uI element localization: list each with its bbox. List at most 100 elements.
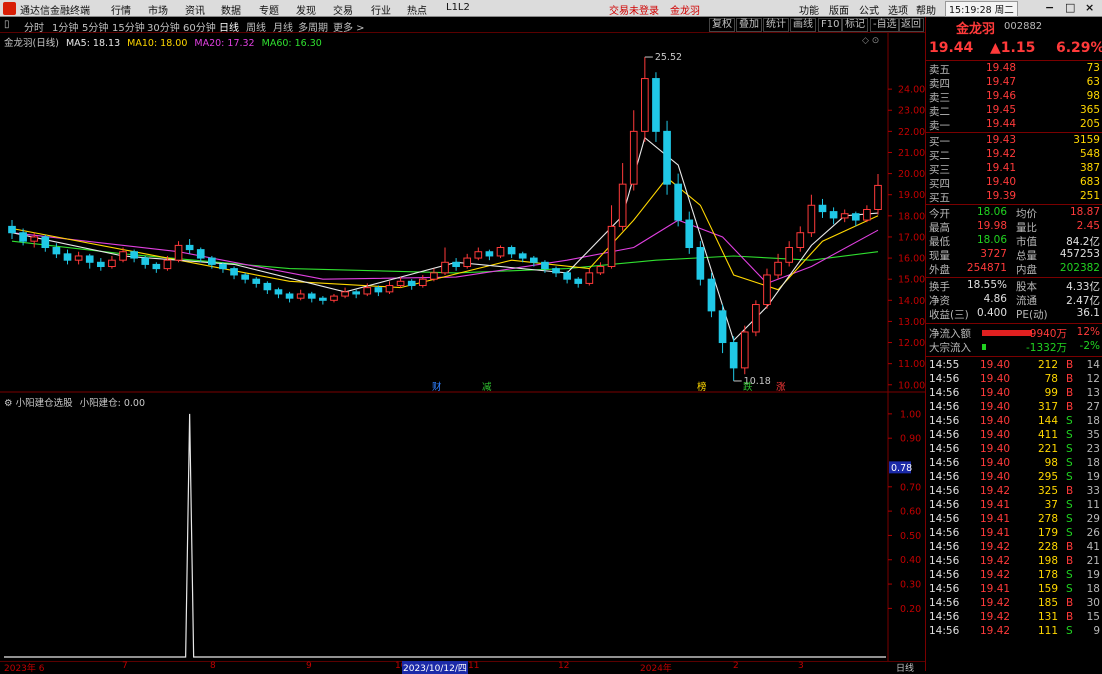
right-menu-2[interactable]: 公式 [859, 2, 879, 17]
candle-body[interactable] [774, 261, 782, 276]
candle-body[interactable] [652, 78, 660, 132]
bid-row[interactable]: 买三 19.41 387 [926, 162, 1102, 176]
candle-body[interactable] [463, 257, 472, 268]
candle-body[interactable] [607, 225, 616, 268]
candle-body[interactable] [241, 274, 249, 280]
candle-body[interactable] [740, 331, 749, 369]
chart-options-icon[interactable]: ◇ ⊙ [862, 36, 879, 46]
candle-body[interactable] [718, 310, 727, 344]
bid-row[interactable]: 买一 19.43 3159 [926, 134, 1102, 148]
period-tab-3[interactable]: 15分钟 [112, 19, 145, 34]
event-marker[interactable]: 涨 [776, 382, 786, 393]
candle-body[interactable] [418, 278, 427, 287]
candle-body[interactable] [552, 268, 560, 274]
candle-body[interactable] [618, 183, 627, 227]
candle-body[interactable] [30, 236, 39, 242]
candle-body[interactable] [296, 293, 305, 299]
right-menu-3[interactable]: 选项 [888, 2, 908, 17]
candle-body[interactable] [685, 219, 694, 249]
candle-body[interactable] [263, 282, 272, 291]
toolbar-btn-7[interactable]: 返回 [898, 18, 924, 32]
candle-body[interactable] [108, 259, 116, 268]
candle-body[interactable] [63, 253, 72, 261]
menu-4[interactable]: 专题 [259, 2, 279, 17]
period-tab-8[interactable]: 月线 [273, 19, 293, 34]
candle-body[interactable] [141, 257, 150, 265]
candle-body[interactable] [541, 261, 549, 270]
right-menu-4[interactable]: 帮助 [916, 2, 936, 17]
ask-row[interactable]: 卖一 19.44 205 [926, 118, 1102, 132]
candle-body[interactable] [363, 287, 372, 295]
candle-body[interactable] [396, 280, 405, 287]
candle-body[interactable] [696, 247, 705, 280]
candle-body[interactable] [485, 251, 494, 257]
toolbar-btn-2[interactable]: 统计 [763, 18, 789, 32]
candle-body[interactable] [729, 342, 738, 369]
indicator-chart[interactable]: 1.00 0.90 0.70 0.60 0.50 0.40 0.30 0.20 0.78 ⚙ 小… [0, 393, 925, 661]
candle-body[interactable] [41, 236, 50, 249]
candle-body[interactable] [285, 293, 294, 299]
candle-body[interactable] [663, 130, 671, 185]
bid-row[interactable]: 买四 19.40 683 [926, 176, 1102, 190]
minimize-icon[interactable]: − [1045, 1, 1054, 14]
candle-body[interactable] [119, 251, 127, 261]
candle-body[interactable] [529, 257, 538, 263]
candle-body[interactable] [163, 259, 172, 270]
candle-body[interactable] [374, 287, 383, 293]
toolbar-btn-6[interactable]: -自选 [870, 18, 900, 32]
candle-body[interactable] [230, 268, 238, 276]
candle-body[interactable] [252, 278, 261, 284]
period-tab-1[interactable]: 1分钟 [52, 19, 78, 34]
menu-8[interactable]: 热点 [407, 2, 427, 17]
menu-1[interactable]: 市场 [148, 2, 168, 17]
ask-row[interactable]: 卖五 19.48 73 [926, 62, 1102, 76]
candle-body[interactable] [474, 251, 483, 259]
login-status[interactable]: 交易未登录 [609, 2, 659, 17]
menu-3[interactable]: 数据 [221, 2, 241, 17]
candle-body[interactable] [52, 247, 61, 255]
menu-5[interactable]: 发现 [296, 2, 316, 17]
candle-body[interactable] [341, 291, 349, 297]
candle-body[interactable] [8, 225, 16, 234]
candle-body[interactable] [307, 293, 316, 299]
main-kline-chart[interactable]: 24.00 23.00 22.00 21.00 20.00 19.00 18.00 17.00… [0, 33, 925, 393]
candle-body[interactable] [585, 272, 594, 284]
menu-0[interactable]: 行情 [111, 2, 131, 17]
candle-body[interactable] [874, 184, 882, 210]
menu-2[interactable]: 资讯 [185, 2, 205, 17]
candle-body[interactable] [319, 297, 327, 301]
candle-body[interactable] [807, 204, 816, 234]
candle-body[interactable] [441, 261, 449, 274]
candle-body[interactable] [430, 272, 438, 280]
event-marker[interactable]: 榜 [697, 381, 707, 393]
candle-body[interactable] [563, 272, 571, 280]
period-tab-10[interactable]: 更多 > [333, 19, 365, 34]
period-tab-2[interactable]: 5分钟 [82, 19, 108, 34]
candle-body[interactable] [152, 263, 161, 270]
candle-body[interactable] [707, 278, 716, 312]
candle-body[interactable] [330, 295, 338, 301]
close-icon[interactable]: × [1085, 1, 1094, 14]
event-marker[interactable]: 减 [482, 381, 492, 393]
candle-body[interactable] [274, 289, 283, 295]
panel-toggle-icon[interactable]: ▯ [4, 19, 10, 30]
bid-row[interactable]: 买二 19.42 548 [926, 148, 1102, 162]
candle-body[interactable] [863, 208, 871, 221]
ask-row[interactable]: 卖三 19.46 98 [926, 90, 1102, 104]
candle-body[interactable] [96, 261, 105, 268]
candle-body[interactable] [518, 253, 527, 259]
candle-body[interactable] [596, 266, 605, 274]
candle-body[interactable] [452, 261, 460, 268]
candle-body[interactable] [752, 304, 760, 333]
candle-body[interactable] [785, 247, 794, 263]
candle-body[interactable] [352, 291, 361, 295]
candle-body[interactable] [385, 285, 394, 293]
period-tab-7[interactable]: 周线 [246, 19, 266, 34]
kline-svg[interactable]: 24.00 23.00 22.00 21.00 20.00 19.00 18.00 17.00… [0, 33, 925, 393]
toolbar-btn-1[interactable]: 叠加 [736, 18, 762, 32]
toolbar-btn-3[interactable]: 画线 [790, 18, 816, 32]
right-menu-1[interactable]: 版面 [829, 2, 849, 17]
menu-9[interactable]: L1L2 [446, 2, 470, 13]
period-tab-4[interactable]: 30分钟 [147, 19, 180, 34]
candle-body[interactable] [840, 213, 849, 219]
